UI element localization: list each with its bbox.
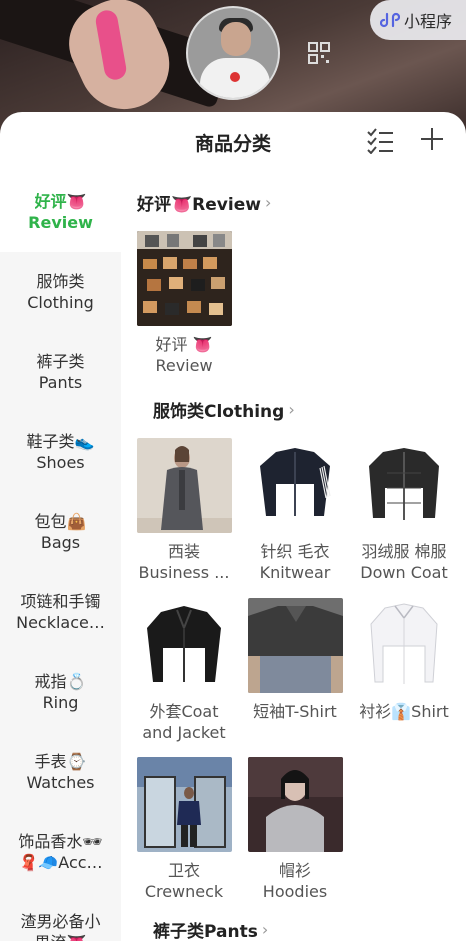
miniprogram-button[interactable]: 小程序 (370, 0, 466, 40)
tile-label: 衬衫👔Shirt (359, 702, 449, 721)
tile-sublabel: Knitwear (259, 563, 331, 582)
tile-tshirt[interactable]: 短袖T-Shirt (245, 598, 345, 722)
section-title: 裤子类Pants (153, 922, 258, 941)
sidebar-item-sublabel: Necklace… (16, 613, 105, 632)
tile-label: 羽绒服 棉服 (361, 542, 447, 561)
tile-label: 外套Coat (149, 702, 219, 721)
chevron-right-icon: › (288, 400, 295, 419)
sidebar-item-sublabel: 男流👅 (35, 932, 87, 941)
tile-business[interactable]: 西装 Business ... (134, 438, 234, 583)
checklist-icon[interactable] (366, 126, 394, 154)
sidebar-item-more[interactable]: 渣男必备小 男流👅 (0, 892, 121, 941)
sidebar-item-label: 服饰类 (36, 272, 85, 291)
sidebar-item-sublabel: Watches (26, 773, 95, 792)
tile-sublabel: Business ... (138, 563, 230, 582)
crewneck-thumbnail (136, 757, 232, 852)
sidebar-item-watches[interactable]: 手表⌚ Watches (0, 732, 121, 812)
tile-sublabel: Review (155, 356, 213, 375)
tile-sublabel: Crewneck (144, 882, 224, 901)
add-icon[interactable] (419, 126, 445, 152)
category-content: 好评👅Review › 好评 👅 Review 服饰类Clothing › 西装… (121, 172, 466, 941)
tile-label: 帽衫 (278, 861, 311, 880)
sidebar-item-pants[interactable]: 裤子类 Pants (0, 332, 121, 412)
business-thumbnail (136, 438, 232, 533)
shirt-thumbnail (356, 598, 452, 693)
sidebar-item-sublabel: Review (28, 213, 93, 232)
tile-shirt[interactable]: 衬衫👔Shirt (354, 598, 454, 722)
sidebar-item-sublabel: Shoes (36, 453, 85, 472)
sidebar-item-sublabel: Bags (40, 533, 81, 552)
sidebar-item-sublabel: Pants (38, 373, 83, 392)
sidebar-item-sublabel: Clothing (27, 293, 94, 312)
miniprogram-label: 小程序 (404, 12, 453, 31)
knitwear-thumbnail (247, 438, 343, 533)
sidebar-item-clothing[interactable]: 服饰类 Clothing (0, 252, 121, 332)
tile-label: 针织 毛衣 (260, 542, 330, 561)
tile-sublabel: Hoodies (262, 882, 328, 901)
coat-jacket-thumbnail (136, 598, 232, 693)
sidebar-item-sublabel: Ring (42, 693, 79, 712)
sidebar-item-label: 戒指💍 (34, 672, 87, 691)
chevron-right-icon: › (261, 920, 269, 939)
down-coat-thumbnail (356, 438, 452, 533)
sheet-title: 商品分类 (194, 133, 271, 155)
tile-label: 卫衣 (167, 861, 200, 880)
section-title: 服饰类Clothing (153, 402, 285, 422)
tile-crewneck[interactable]: 卫衣 Crewneck (134, 757, 234, 902)
tile-label: 短袖T-Shirt (253, 702, 337, 721)
sidebar-item-ring[interactable]: 戒指💍 Ring (0, 652, 121, 732)
sidebar-item-label: 饰品香水🕶 (18, 832, 103, 851)
tile-down-coat[interactable]: 羽绒服 棉服 Down Coat (354, 438, 454, 583)
sidebar-item-label: 手表⌚ (34, 752, 87, 771)
sidebar-item-label: 项链和手镯 (20, 592, 101, 611)
tile-hoodies[interactable]: 帽衫 Hoodies (245, 757, 345, 902)
sidebar-item-review[interactable]: 好评👅 Review (0, 172, 121, 252)
tile-sublabel: Down Coat (360, 563, 448, 582)
sidebar-item-necklace[interactable]: 项链和手镯 Necklace… (0, 572, 121, 652)
chevron-right-icon: › (264, 193, 272, 212)
tile-knitwear[interactable]: 针织 毛衣 Knitwear (245, 438, 345, 583)
tile-coat-jacket[interactable]: 外套Coat and Jacket (134, 598, 234, 743)
section-title: 好评👅Review (137, 195, 261, 215)
tile-review[interactable]: 好评 👅 Review (134, 231, 234, 376)
sidebar-item-sublabel: 🧣🧢Acc… (18, 853, 103, 872)
sidebar-item-shoes[interactable]: 鞋子类👟 Shoes (0, 412, 121, 492)
sidebar-item-accessories[interactable]: 饰品香水🕶 🧣🧢Acc… (0, 812, 121, 892)
section-header-review[interactable]: 好评👅Review › (137, 190, 271, 215)
sidebar-item-label: 包包👜 (34, 512, 87, 531)
tshirt-thumbnail (247, 598, 343, 693)
sheet-header: 商品分类 (0, 112, 466, 168)
tile-sublabel: and Jacket (142, 723, 226, 742)
qr-code-icon[interactable] (308, 42, 330, 64)
sidebar-item-label: 渣男必备小 (20, 912, 101, 931)
category-sidebar: 好评👅 Review 服饰类 Clothing 裤子类 Pants 鞋子类👟 S… (0, 172, 121, 941)
sidebar-item-bags[interactable]: 包包👜 Bags (0, 492, 121, 572)
section-header-pants[interactable]: 裤子类Pants › (153, 917, 268, 941)
shop-avatar[interactable] (186, 6, 280, 100)
review-thumbnail (136, 231, 232, 326)
category-sheet: 商品分类 好评👅 Review 服饰类 Clothing 裤子类 Pants 鞋… (0, 112, 466, 941)
tile-label: 好评 👅 (155, 335, 213, 354)
section-header-clothing[interactable]: 服饰类Clothing › (153, 397, 295, 422)
hoodies-thumbnail (247, 757, 343, 852)
sidebar-item-label: 好评👅 (34, 192, 87, 211)
sidebar-item-label: 裤子类 (36, 352, 85, 371)
tile-label: 西装 (167, 542, 200, 561)
miniprogram-icon (380, 12, 400, 28)
sidebar-item-label: 鞋子类👟 (26, 432, 95, 451)
